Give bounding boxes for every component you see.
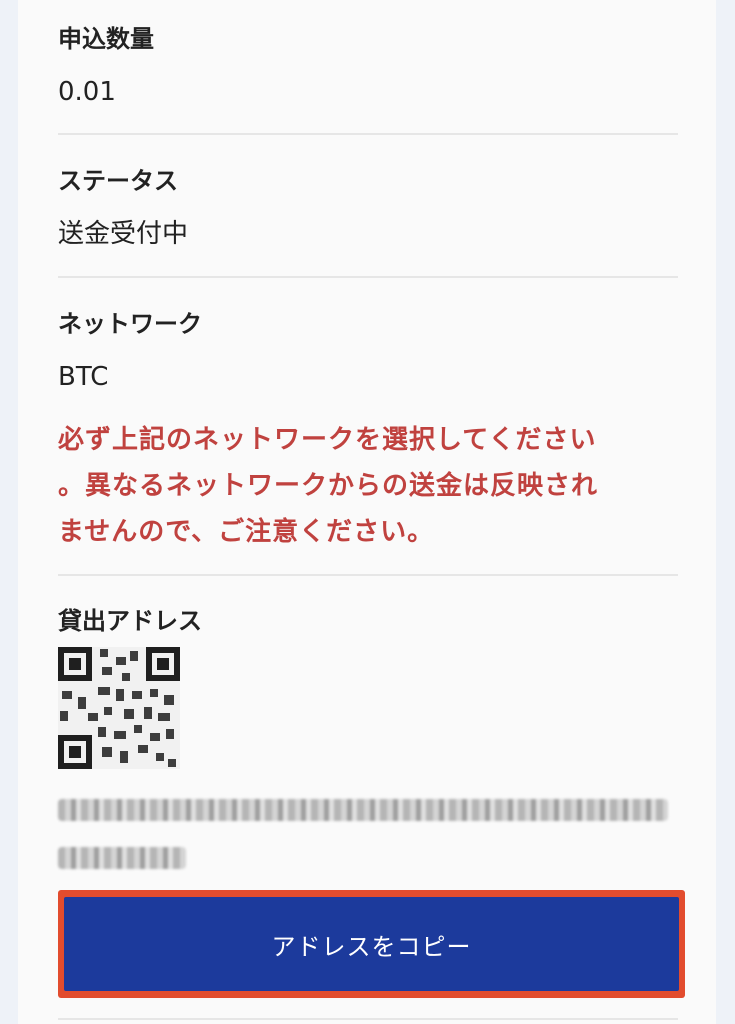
divider xyxy=(58,574,678,576)
wallet-address-blurred xyxy=(58,847,186,869)
copy-address-button[interactable]: アドレスをコピー xyxy=(64,897,679,991)
quantity-value: 0.01 xyxy=(58,77,116,107)
status-label: ステータス xyxy=(58,167,178,195)
network-label: ネットワーク xyxy=(58,310,202,338)
address-label: 貸出アドレス xyxy=(58,607,202,635)
network-warning-line: 。異なるネットワークからの送金は反映され xyxy=(58,471,599,501)
status-section: ステータス 送金受付中 xyxy=(58,166,678,250)
network-warning: 必ず上記のネットワークを選択してください 。異なるネットワークからの送金は反映さ… xyxy=(58,417,688,555)
divider xyxy=(58,1018,678,1020)
detail-card: 申込数量 0.01 ステータス 送金受付中 ネットワーク BTC 必ず上記のネッ… xyxy=(18,0,716,1024)
quantity-label: 申込数量 xyxy=(58,25,154,53)
divider xyxy=(58,276,678,278)
network-warning-line: 必ず上記のネットワークを選択してください xyxy=(58,425,597,455)
status-value: 送金受付中 xyxy=(58,219,189,249)
divider xyxy=(58,133,678,135)
wallet-address-blurred xyxy=(58,799,668,821)
quantity-section: 申込数量 0.01 xyxy=(58,24,678,108)
network-warning-line: ませんので、ご注意ください。 xyxy=(58,517,435,547)
address-section: 貸出アドレス xyxy=(58,606,678,636)
network-value: BTC xyxy=(58,362,109,392)
copy-button-highlight: アドレスをコピー xyxy=(58,890,685,998)
qr-code-image xyxy=(58,647,180,769)
network-section: ネットワーク BTC xyxy=(58,309,678,393)
